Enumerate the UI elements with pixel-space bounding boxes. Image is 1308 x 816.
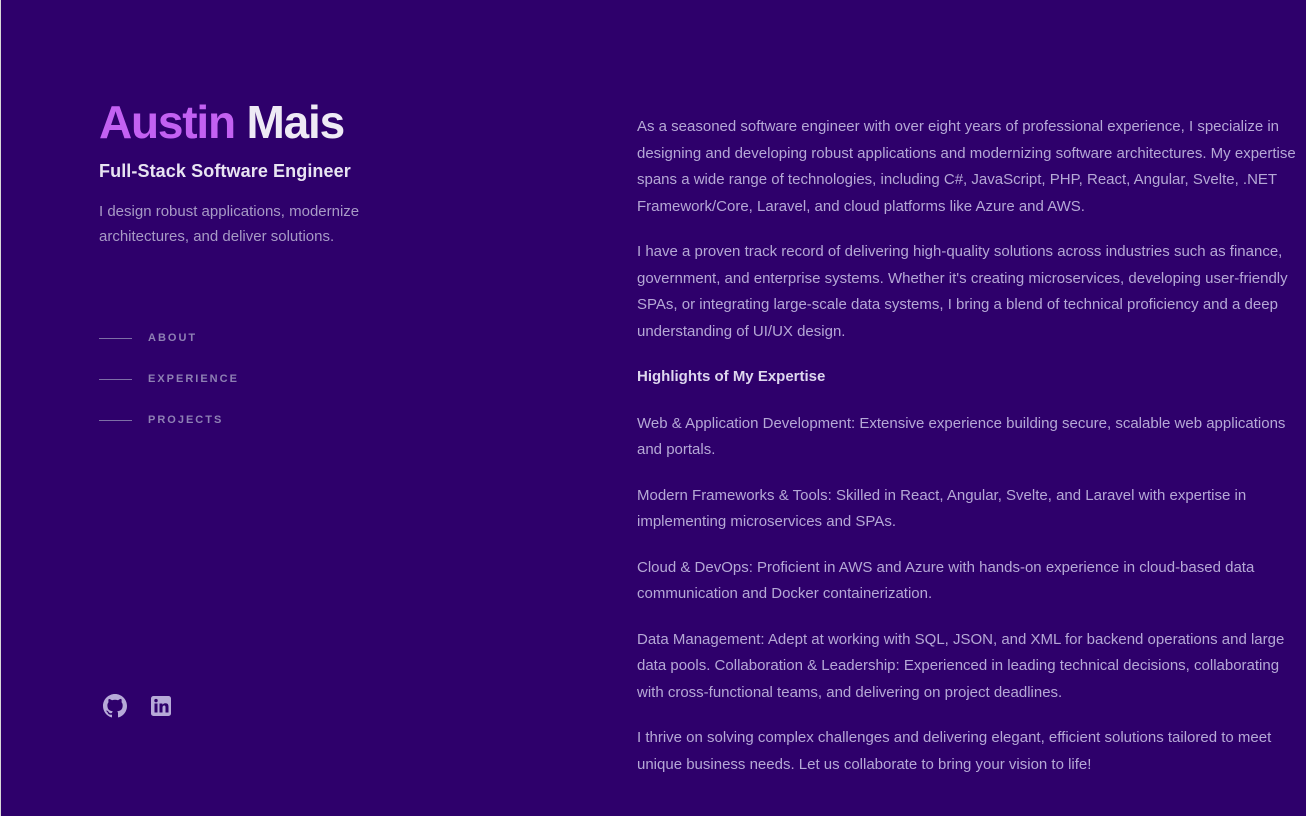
linkedin-link[interactable] xyxy=(149,694,173,718)
about-section: As a seasoned software engineer with ove… xyxy=(637,114,1308,797)
tagline: I design robust applications, modernize … xyxy=(99,203,360,245)
highlight-web-development: Web & Application Development: Extensive… xyxy=(637,414,1286,459)
github-link[interactable] xyxy=(103,694,127,718)
highlight-frameworks: Modern Frameworks & Tools: Skilled in Re… xyxy=(637,486,1247,531)
first-name: Austin xyxy=(99,96,236,148)
highlights-heading: Highlights of My Expertise xyxy=(637,368,826,385)
highlight-cloud-devops: Cloud & DevOps: Proficient in AWS and Az… xyxy=(637,558,1255,603)
social-links xyxy=(103,694,195,718)
nav-label-experience: EXPERIENCE xyxy=(148,373,239,385)
nav-indicator-line xyxy=(99,419,132,421)
about-track-record-paragraph: I have a proven track record of deliveri… xyxy=(637,243,1288,340)
window-left-edge xyxy=(0,0,1,816)
nav-item-about[interactable]: ABOUT xyxy=(99,327,239,349)
job-title: Full-Stack Software Engineer xyxy=(99,161,351,181)
nav-indicator-line xyxy=(99,378,132,380)
github-icon xyxy=(103,694,127,718)
profile-name: Austin Mais xyxy=(99,96,519,148)
profile-header: Austin Mais Full-Stack Software Engineer… xyxy=(99,96,519,249)
portfolio-page: Austin Mais Full-Stack Software Engineer… xyxy=(0,0,1308,816)
about-closing-paragraph: I thrive on solving complex challenges a… xyxy=(637,729,1272,773)
nav-label-projects: PROJECTS xyxy=(148,414,224,426)
linkedin-icon xyxy=(151,696,171,716)
nav-item-projects[interactable]: PROJECTS xyxy=(99,409,239,431)
last-name: Mais xyxy=(246,96,346,148)
nav-label-about: ABOUT xyxy=(148,332,198,344)
about-intro-paragraph: As a seasoned software engineer with ove… xyxy=(637,118,1296,215)
highlight-data-management: Data Management: Adept at working with S… xyxy=(637,630,1285,701)
nav-indicator-line xyxy=(99,337,132,339)
nav-item-experience[interactable]: EXPERIENCE xyxy=(99,368,239,390)
section-nav: ABOUT EXPERIENCE PROJECTS xyxy=(99,327,239,450)
